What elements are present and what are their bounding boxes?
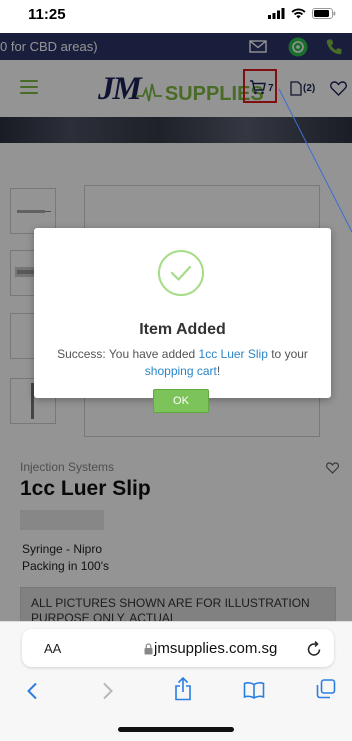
modal-msg-text: to your [267,347,308,361]
home-indicator [118,727,234,732]
modal-title: Item Added [139,321,226,338]
modal-msg-text: ! [216,364,221,378]
back-icon[interactable] [26,682,38,700]
modal-msg-text: Success: You have added [57,347,199,361]
wifi-icon [291,8,306,19]
reader-aa-button[interactable]: AA [44,641,61,656]
modal-message: Success: You have added 1cc Luer Slip to… [48,346,317,380]
ok-button[interactable]: OK [153,389,209,413]
url-text[interactable]: jmsupplies.com.sg [154,640,277,657]
battery-icon [312,8,336,19]
item-added-modal: Item Added Success: You have added 1cc L… [34,228,331,413]
shopping-cart-link[interactable]: shopping cart [145,364,217,378]
signal-icon [268,8,285,19]
reload-icon[interactable] [306,640,322,657]
tabs-icon[interactable] [316,679,336,699]
bookmarks-icon[interactable] [243,681,265,699]
forward-icon[interactable] [102,682,114,700]
share-icon[interactable] [174,677,192,701]
status-time: 11:25 [28,6,66,23]
status-icons [268,8,336,19]
lock-icon [144,643,153,655]
status-bar: 11:25 [0,0,352,30]
product-link[interactable]: 1cc Luer Slip [199,347,268,361]
success-check-icon [158,250,204,296]
